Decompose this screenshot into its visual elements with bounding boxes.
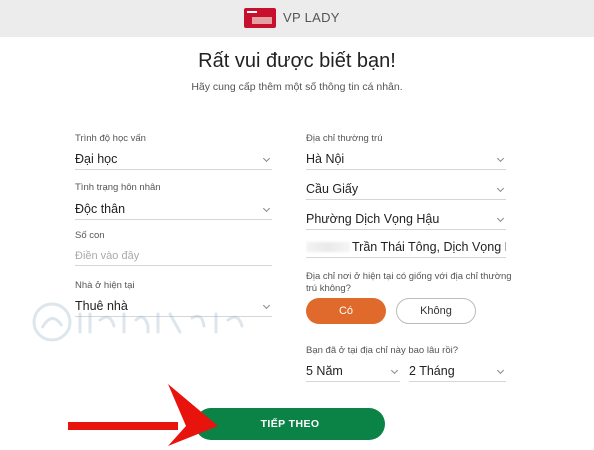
- education-value: Đại học: [75, 152, 118, 166]
- page-title: Rất vui được biết bạn!: [198, 50, 396, 72]
- marital-value: Độc thân: [75, 202, 126, 216]
- chevron-down-icon: [390, 366, 399, 375]
- ward-select[interactable]: Phường Dịch Vọng Hậu: [306, 210, 506, 230]
- months-value: 2 Tháng: [409, 364, 455, 378]
- street-input[interactable]: Trần Thái Tông, Dịch Vọng H: [306, 238, 506, 258]
- chevron-down-icon: [496, 154, 505, 163]
- district-value: Cầu Giấy: [306, 182, 359, 196]
- city-value: Hà Nội: [306, 152, 345, 166]
- ward-value: Phường Dịch Vọng Hậu: [306, 212, 440, 226]
- city-select[interactable]: Hà Nội: [306, 150, 506, 170]
- education-label: Trình độ học vấn: [75, 133, 146, 144]
- years-select[interactable]: 5 Năm: [306, 362, 400, 382]
- children-input[interactable]: Điền vào đây: [75, 246, 272, 266]
- duration-question: Bạn đã ở tại địa chỉ này bao lâu rồi?: [306, 345, 458, 356]
- years-value: 5 Năm: [306, 364, 343, 378]
- arrow-right-icon: [68, 384, 218, 446]
- yes-button[interactable]: Có: [306, 298, 386, 324]
- watermark-logo: [32, 302, 244, 342]
- redacted-house-number: [306, 242, 350, 252]
- chevron-down-icon: [496, 214, 505, 223]
- marital-select[interactable]: Độc thân: [75, 200, 272, 220]
- months-select[interactable]: 2 Tháng: [409, 362, 506, 382]
- chevron-down-icon: [262, 154, 271, 163]
- district-select[interactable]: Cầu Giấy: [306, 180, 506, 200]
- brand-name: VP LADY: [283, 10, 340, 25]
- marital-label: Tình trạng hôn nhân: [75, 182, 161, 193]
- children-placeholder: Điền vào đây: [75, 250, 140, 262]
- next-button[interactable]: TIẾP THEO: [195, 408, 385, 440]
- no-button[interactable]: Không: [396, 298, 476, 324]
- children-label: Số con: [75, 230, 105, 241]
- housing-label: Nhà ở hiện tại: [75, 280, 135, 291]
- top-bar: VP LADY: [0, 0, 594, 37]
- chevron-down-icon: [496, 184, 505, 193]
- street-value: Trần Thái Tông, Dịch Vọng H: [352, 240, 506, 254]
- education-select[interactable]: Đại học: [75, 150, 272, 170]
- chevron-down-icon: [496, 366, 505, 375]
- same-address-question: Địa chỉ nơi ở hiện tại có giống với địa …: [306, 271, 512, 294]
- chevron-down-icon: [262, 204, 271, 213]
- credit-card-icon: [244, 8, 276, 28]
- permanent-address-label: Địa chỉ thường trú: [306, 133, 383, 144]
- page-subtitle: Hãy cung cấp thêm một số thông tin cá nh…: [191, 81, 403, 93]
